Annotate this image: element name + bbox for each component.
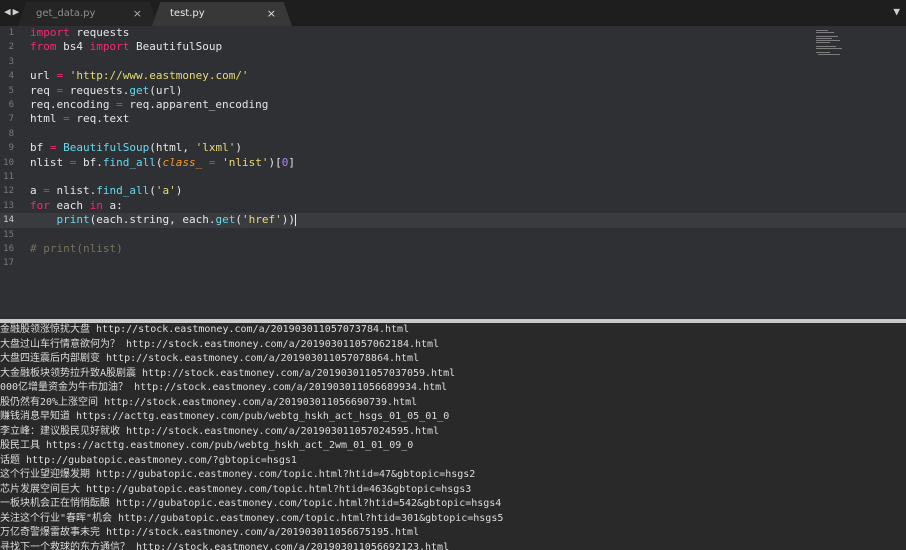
close-icon[interactable]: × bbox=[133, 2, 142, 26]
tab-nav-arrows-icon[interactable]: ◀▶ bbox=[4, 5, 21, 18]
line-number: 10 bbox=[3, 157, 14, 168]
line-number-gutter: 1 2 3 4 5 6 7 8 9 10 11 12 13 14 15 16 1… bbox=[0, 26, 26, 319]
tab-label: test.py bbox=[170, 8, 205, 19]
code-line-12: a = nlist.find_all('a') bbox=[30, 184, 183, 198]
line-number: 15 bbox=[3, 229, 14, 240]
line-number-active: 14 bbox=[3, 215, 14, 226]
line-number: 13 bbox=[3, 200, 14, 211]
console-line: 李立峰：建议股民见好就收 http://stock.eastmoney.com/… bbox=[0, 425, 440, 437]
line-number: 11 bbox=[3, 172, 14, 182]
tab-get-data-py[interactable]: get_data.py × bbox=[18, 2, 158, 26]
console-line: 大金融板块领势拉升致A股剧震 http://stock.eastmoney.co… bbox=[0, 367, 456, 379]
console-line: 寻找下一个救球的东方通信？ http://stock.eastmoney.com… bbox=[0, 541, 450, 550]
console-line: 话题 http://gubatopic.eastmoney.com/?gbtop… bbox=[0, 454, 297, 466]
console-line: 大盘过山车行情意欲何为？ http://stock.eastmoney.com/… bbox=[0, 338, 440, 350]
console-line: 000亿增量资金为牛市加油？ http://stock.eastmoney.co… bbox=[0, 382, 448, 393]
console-line: 关注这个行业"春晖"机会 http://gubatopic.eastmoney.… bbox=[0, 512, 504, 524]
console-line: 芯片发展空间巨大 http://gubatopic.eastmoney.com/… bbox=[0, 483, 472, 495]
console-line: 金融股领涨惊扰大盘 http://stock.eastmoney.com/a/2… bbox=[0, 324, 410, 335]
code-line-14: print(each.string, each.get('href')) bbox=[56, 213, 296, 227]
line-number: 6 bbox=[8, 100, 14, 110]
line-number: 1 bbox=[8, 28, 14, 38]
line-number: 8 bbox=[8, 128, 14, 139]
console-line: 股仍然有20%上涨空间 http://stock.eastmoney.com/a… bbox=[0, 396, 418, 408]
code-line-13: for each in a: bbox=[30, 198, 123, 212]
close-icon[interactable]: × bbox=[267, 2, 276, 26]
code-editor[interactable]: 1 2 3 4 5 6 7 8 9 10 11 12 13 14 15 16 1… bbox=[0, 26, 906, 319]
code-line-7: html = req.text bbox=[30, 112, 130, 126]
text-cursor bbox=[294, 214, 296, 227]
tab-menu-chevron-down-icon[interactable]: ▼ bbox=[893, 5, 900, 18]
line-number: 16 bbox=[3, 244, 14, 254]
code-line-6: req.encoding = req.apparent_encoding bbox=[30, 98, 269, 111]
console-line: 赚钱消息早知道 https://acttg.eastmoney.com/pub/… bbox=[0, 411, 450, 422]
line-number: 3 bbox=[8, 56, 14, 67]
console-line: 股民工具 https://acttg.eastmoney.com/pub/web… bbox=[0, 440, 414, 451]
code-line-16: # print(nlist) bbox=[30, 242, 123, 255]
tab-test-py[interactable]: test.py × bbox=[152, 2, 292, 26]
code-line-1: import requests bbox=[30, 26, 130, 39]
console-line: 这个行业望迎爆发期 http://gubatopic.eastmoney.com… bbox=[0, 469, 476, 480]
code-line-2: from bs4 import BeautifulSoup bbox=[30, 40, 223, 54]
output-console[interactable]: 金融股领涨惊扰大盘 http://stock.eastmoney.com/a/2… bbox=[0, 323, 906, 550]
console-line: 一板块机会正在悄悄酝酿 http://gubatopic.eastmoney.c… bbox=[0, 498, 502, 509]
code-line-4: url = 'http://www.eastmoney.com/' bbox=[30, 69, 249, 83]
console-line: 大盘四连震后内部剧变 http://stock.eastmoney.com/a/… bbox=[0, 353, 420, 364]
tab-label: get_data.py bbox=[36, 8, 96, 19]
console-line: 万亿奇警爆雷故事未完 http://stock.eastmoney.com/a/… bbox=[0, 527, 420, 538]
code-line-9: bf = BeautifulSoup(html, 'lxml') bbox=[30, 141, 242, 155]
line-number: 2 bbox=[8, 42, 14, 53]
line-number: 17 bbox=[3, 258, 14, 269]
minimap[interactable] bbox=[816, 30, 846, 56]
code-line-5: req = requests.get(url) bbox=[30, 83, 183, 97]
line-number: 7 bbox=[8, 114, 14, 125]
tab-bar: ◀▶ get_data.py × test.py × ▼ bbox=[0, 0, 906, 27]
line-number: 5 bbox=[8, 85, 14, 96]
line-number: 4 bbox=[8, 71, 14, 82]
line-number: 9 bbox=[8, 143, 14, 154]
code-line-10: nlist = bf.find_all(class_ = 'nlist')[0] bbox=[30, 155, 295, 169]
line-number: 12 bbox=[3, 186, 14, 197]
